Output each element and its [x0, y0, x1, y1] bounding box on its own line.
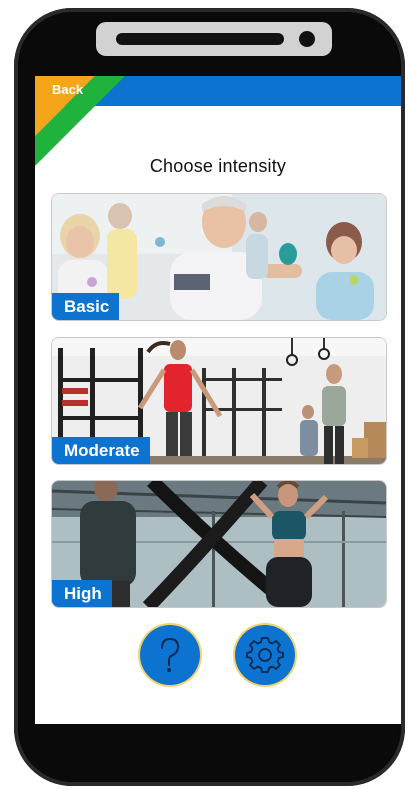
gear-icon — [246, 637, 284, 673]
settings-button[interactable] — [235, 625, 295, 685]
page-title: Choose intensity — [149, 156, 287, 176]
intensity-label-moderate: Moderate — [52, 437, 150, 464]
app-screen: Back Choose intensity Basic Moderate Hig… — [35, 76, 401, 724]
question-mark-icon — [161, 637, 180, 672]
intensity-card-high[interactable]: High — [51, 480, 387, 608]
intensity-label-high: High — [52, 580, 112, 607]
camera-icon — [299, 31, 315, 47]
intensity-card-moderate[interactable]: Moderate — [51, 337, 387, 465]
speaker-slot — [116, 33, 284, 45]
intensity-card-basic[interactable]: Basic — [51, 193, 387, 321]
phone-top-bar — [96, 22, 332, 56]
help-button[interactable] — [140, 625, 200, 685]
back-button[interactable]: Back — [52, 82, 83, 97]
intensity-label-basic: Basic — [52, 293, 120, 320]
